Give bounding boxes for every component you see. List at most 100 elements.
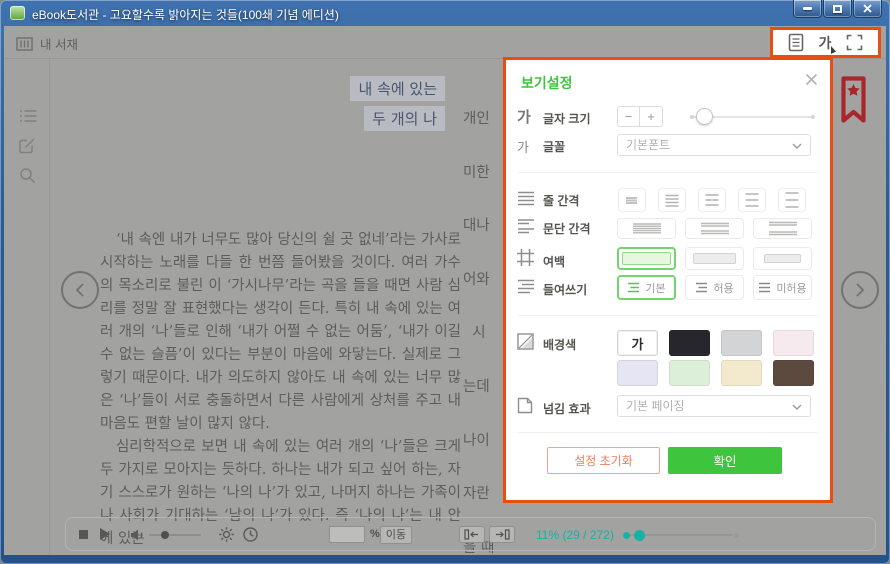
chapter-title: 내 속에 있는 두 개의 나 (350, 76, 445, 136)
prev-page-button[interactable] (61, 271, 99, 309)
margin-option-3[interactable] (753, 247, 812, 270)
chevron-down-icon (792, 404, 802, 410)
indent-icon (517, 279, 535, 294)
background-color-icon (517, 333, 534, 350)
app-window: eBook도서관 - 고요할수록 밝아지는 것들(100쇄 기념 에디션) 내 … (0, 0, 890, 564)
divider (518, 172, 818, 173)
bg-swatch-gray[interactable] (721, 330, 762, 356)
next-page-button[interactable] (841, 271, 879, 309)
paragraph-spacing-icon (517, 218, 535, 235)
indent-allow-icon (695, 282, 708, 293)
indent-default-icon (627, 282, 640, 293)
titlebar: eBook도서관 - 고요할수록 밝아지는 것들(100쇄 기념 에디션) (0, 0, 890, 26)
font-family-dropdown[interactable]: 기본폰트 (617, 134, 811, 156)
topbar: 내 서재 가 (4, 26, 886, 59)
maximize-button[interactable] (823, 0, 852, 18)
bg-swatch-brown[interactable] (773, 360, 814, 386)
minimize-button[interactable] (793, 0, 822, 18)
timer-clock-icon[interactable] (242, 526, 259, 543)
tts-stop-button[interactable] (79, 530, 88, 539)
sidebar (4, 59, 50, 555)
jump-start-icon (464, 529, 480, 540)
font-size-decrease-button[interactable]: − (617, 106, 640, 127)
jump-to-end-button[interactable] (489, 526, 515, 543)
page-effect-value: 기본 페이징 (626, 399, 685, 413)
goto-button[interactable]: 이동 (380, 526, 412, 544)
margin-option-1-selected[interactable] (617, 247, 676, 270)
close-dialog-icon[interactable] (805, 73, 818, 86)
percent-input[interactable] (329, 526, 365, 543)
font-size-increase-button[interactable]: + (640, 106, 663, 127)
font-family-label: 글꼴 (543, 138, 565, 155)
chevron-down-icon (792, 143, 802, 149)
tts-settings-gear-icon[interactable] (218, 526, 235, 543)
line-spacing-option-3[interactable] (698, 188, 726, 212)
reading-progress-text: 11% (29 / 272) (536, 528, 614, 542)
indent-option-default-selected[interactable]: 기본 (617, 275, 676, 300)
bg-swatch-pink[interactable] (773, 330, 814, 356)
line-spacing-label: 줄 간격 (543, 192, 579, 209)
view-tools-highlight-box: 가 (770, 27, 881, 58)
fullscreen-icon[interactable] (846, 34, 863, 51)
page-effect-label: 넘김 효과 (543, 400, 591, 417)
text-settings-icon[interactable]: 가 (819, 33, 832, 53)
background-color-label: 배경색 (543, 336, 576, 353)
tts-play-button[interactable] (100, 528, 110, 540)
line-spacing-icon (517, 190, 535, 207)
paragraph-spacing-option-3[interactable] (753, 218, 812, 239)
paragraph-spacing-label: 문단 간격 (543, 220, 591, 237)
bg-swatch-white-selected[interactable]: 가 (617, 330, 658, 356)
margin-label: 여백 (543, 253, 565, 270)
page-effect-dropdown[interactable]: 기본 페이징 (617, 395, 811, 417)
chapter-title-line1: 내 속에 있는 (350, 76, 445, 101)
margin-option-2[interactable] (685, 247, 744, 270)
bottom-toolbar: % 이동 11% (29 / 272) (65, 517, 876, 551)
close-window-icon (863, 4, 872, 13)
confirm-button[interactable]: 확인 (668, 447, 782, 474)
progress-slider[interactable] (623, 530, 739, 540)
indent-option-allow[interactable]: 허용 (685, 275, 744, 300)
indent-disallow-icon (758, 282, 771, 293)
toc-icon[interactable] (19, 109, 37, 123)
page-effect-icon (517, 397, 533, 414)
page-view-icon[interactable] (788, 33, 804, 52)
volume-icon[interactable] (130, 528, 146, 542)
volume-slider[interactable] (149, 534, 201, 536)
paragraph-spacing-option-1[interactable] (617, 218, 676, 239)
indent-option-disallow[interactable]: 미허용 (753, 275, 812, 300)
maximize-icon (833, 5, 842, 13)
view-settings-dialog: 보기설정 가 글자 크기 − + 가 글꼴 기본폰트 줄 간격 문단 간격 (503, 57, 833, 503)
font-size-slider-knob[interactable] (696, 108, 713, 125)
bg-swatch-cream[interactable] (721, 360, 762, 386)
minimize-icon (803, 7, 812, 10)
progress-slider-knob[interactable] (634, 530, 645, 541)
jump-to-start-button[interactable] (459, 526, 485, 543)
app-logo-icon (10, 6, 25, 20)
line-spacing-option-5[interactable] (778, 188, 806, 212)
line-spacing-option-1[interactable] (618, 188, 646, 212)
reset-settings-button[interactable]: 설정 초기화 (547, 447, 660, 474)
search-icon[interactable] (19, 167, 36, 184)
paragraph-spacing-option-2[interactable] (685, 218, 744, 239)
jump-end-icon (494, 529, 510, 540)
note-icon[interactable] (19, 137, 36, 154)
percent-symbol: % (370, 528, 380, 540)
bg-swatch-lavender[interactable] (617, 360, 658, 386)
line-spacing-option-4[interactable] (738, 188, 766, 212)
font-size-icon: 가 (517, 106, 531, 127)
font-size-slider[interactable] (691, 108, 814, 126)
my-library-button[interactable]: 내 서재 (16, 34, 78, 53)
text-cursor-icon (831, 46, 837, 54)
line-spacing-option-2[interactable] (658, 188, 686, 212)
bg-swatch-green[interactable] (669, 360, 710, 386)
my-library-label: 내 서재 (40, 34, 78, 53)
chevron-left-icon (74, 282, 86, 298)
dialog-title: 보기설정 (521, 73, 573, 93)
bg-swatch-dark[interactable] (669, 330, 710, 356)
bookmark-ribbon-icon[interactable] (840, 75, 867, 125)
indent-label: 들여쓰기 (543, 281, 587, 298)
volume-slider-knob[interactable] (161, 531, 169, 539)
book-paragraph-1: ‘내 속엔 내가 너무도 많아 당신의 쉴 곳 없네’라는 가사로 시작하는 노… (100, 229, 461, 436)
progress-end-dot (734, 533, 739, 538)
close-window-button[interactable] (853, 0, 882, 18)
